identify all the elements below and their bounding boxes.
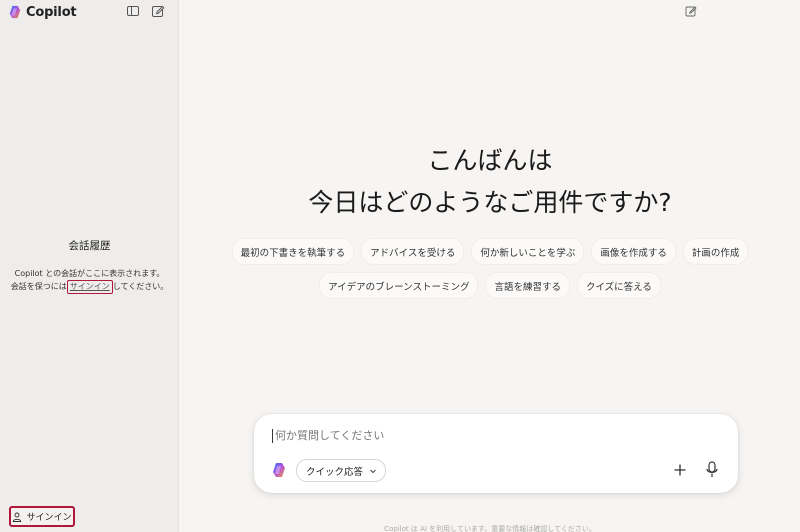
- brand-name: Copilot: [26, 4, 77, 20]
- history-desc-line1: Copilot との会話がここに表示されます。: [14, 269, 165, 278]
- suggestion-chip[interactable]: 言語を練習する: [485, 272, 570, 299]
- signin-button-label: サインイン: [26, 513, 72, 523]
- suggestion-chip[interactable]: クイズに答える: [576, 272, 661, 299]
- sidebar: Copilot 会話履歴 Copilot との会話がここに表示されます。 会話を…: [0, 0, 179, 532]
- brand[interactable]: Copilot: [8, 4, 77, 20]
- suggestion-chip[interactable]: 画像を作成する: [591, 238, 676, 265]
- response-mode-select[interactable]: クイック応答: [296, 459, 387, 482]
- composer: 何か質問してください クイック応答: [254, 414, 738, 493]
- new-chat-icon[interactable]: [151, 4, 165, 18]
- add-icon[interactable]: [673, 463, 687, 477]
- message-input[interactable]: 何か質問してください: [272, 429, 384, 443]
- suggestion-chip[interactable]: 最初の下書きを執筆する: [231, 238, 355, 265]
- history-description: Copilot との会話がここに表示されます。 会話を保つには サインイン してくだ…: [0, 268, 179, 294]
- compose-icon[interactable]: [685, 5, 697, 17]
- history-signin-link[interactable]: サインイン: [66, 280, 113, 294]
- copilot-logo-icon: [9, 5, 21, 19]
- history-desc-prefix: 会話を保つには: [10, 282, 67, 291]
- greeting-line1: こんばんは: [427, 146, 553, 175]
- greeting: こんばんは 今日はどのようなご用件ですか?: [180, 140, 800, 224]
- footer-disclaimer: Copilot は AI を利用しています。重要な情報は確認してください。: [384, 525, 596, 532]
- copilot-icon[interactable]: [271, 462, 287, 478]
- sidebar-toggle-icon[interactable]: [126, 4, 140, 18]
- response-mode-label: クイック応答: [306, 466, 364, 478]
- chevron-down-icon: [370, 469, 376, 473]
- suggestion-chip[interactable]: 計画の作成: [682, 238, 749, 265]
- greeting-line2: 今日はどのようなご用件ですか?: [308, 188, 672, 217]
- suggestion-chip[interactable]: 何か新しいことを学ぶ: [471, 238, 585, 265]
- history-desc-suffix: してください。: [112, 282, 169, 291]
- suggestion-chip[interactable]: アドバイスを受ける: [361, 238, 465, 265]
- microphone-icon[interactable]: [706, 461, 718, 478]
- conversation-history-empty: 会話履歴 Copilot との会話がここに表示されます。 会話を保つには サインイ…: [0, 238, 179, 294]
- user-icon: [13, 512, 22, 522]
- suggestion-row-2: アイデアのブレーンストーミング 言語を練習する クイズに答える: [180, 272, 800, 299]
- history-desc-line2: 会話を保つには サインイン してください。: [0, 280, 179, 294]
- history-title: 会話履歴: [68, 240, 111, 252]
- suggestion-row-1: 最初の下書きを執筆する アドバイスを受ける 何か新しいことを学ぶ 画像を作成する…: [180, 238, 800, 265]
- main-area: こんばんは 今日はどのようなご用件ですか? 最初の下書きを執筆する アドバイスを…: [180, 0, 800, 532]
- suggestion-chip[interactable]: アイデアのブレーンストーミング: [319, 272, 479, 299]
- signin-button[interactable]: サインイン: [9, 506, 75, 527]
